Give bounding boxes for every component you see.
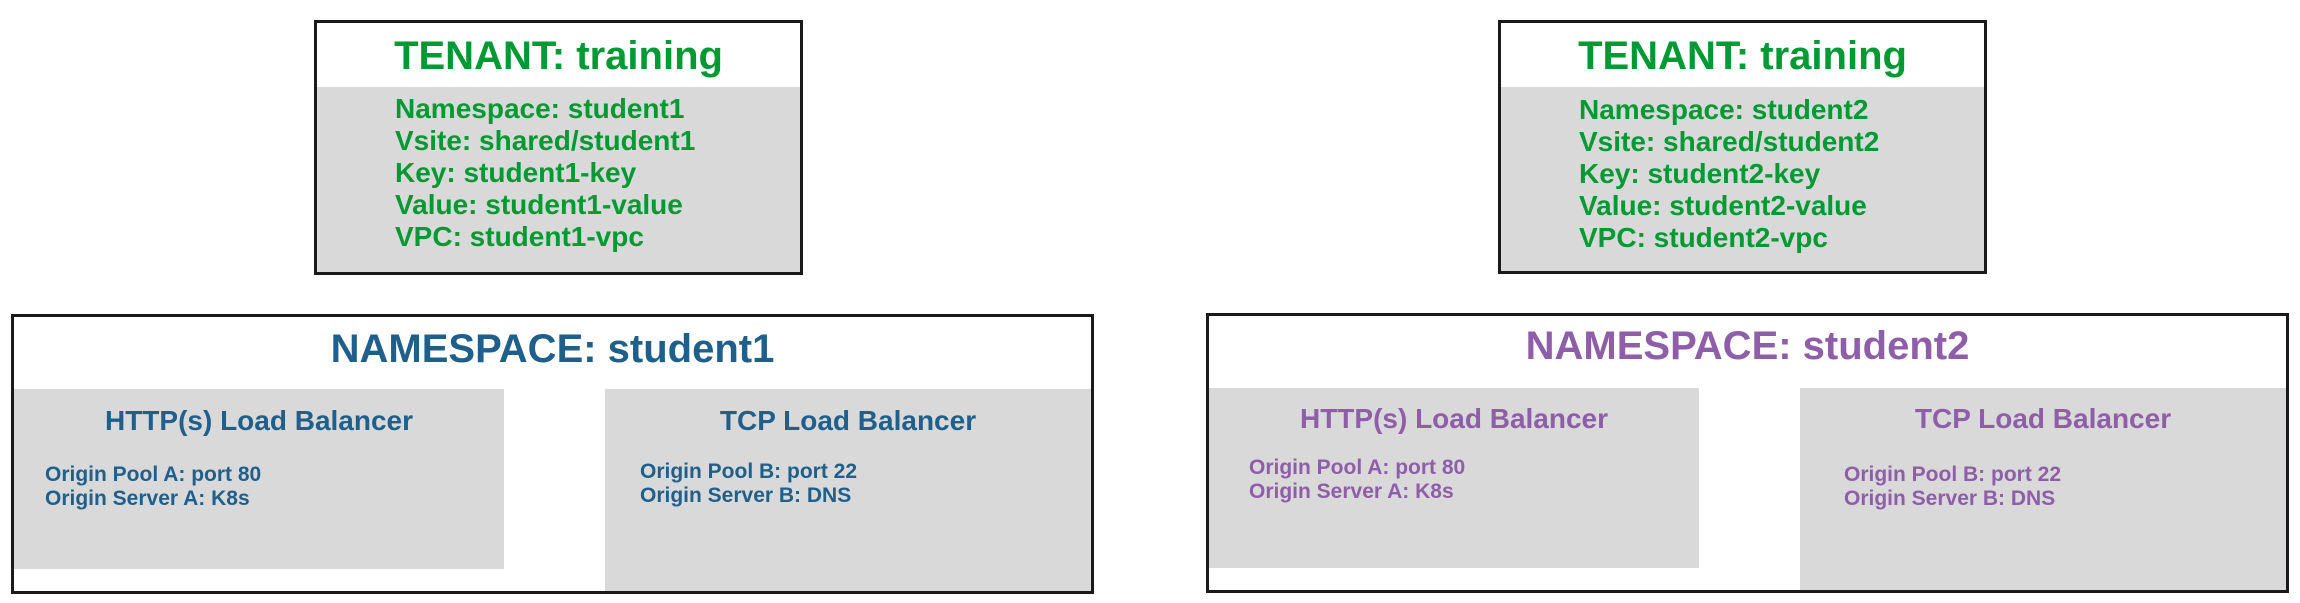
origin-server-b: Origin Server B: DNS: [1844, 487, 2056, 510]
http-load-balancer-title: HTTP(s) Load Balancer: [1299, 403, 1609, 434]
tenant-details-panel: Namespace: student1 Vsite: shared/studen…: [317, 87, 800, 272]
tcp-load-balancer-title: TCP Load Balancer: [719, 405, 977, 436]
tenant-key: Key: student2-key: [1579, 158, 1821, 189]
namespace-box-student2: NAMESPACE: student2 HTTP(s) Load Balance…: [1206, 313, 2289, 593]
http-load-balancer-panel: HTTP(s) Load Balancer Origin Pool A: por…: [1209, 388, 1699, 568]
namespace-title: NAMESPACE: student1: [330, 327, 775, 371]
tenant-namespace: Namespace: student2: [1579, 94, 1869, 125]
tenant-box-student2: TENANT: training Namespace: student2 Vsi…: [1498, 20, 1987, 274]
tenant-vsite: Vsite: shared/student2: [1579, 126, 1880, 157]
http-load-balancer-title: HTTP(s) Load Balancer: [104, 405, 414, 436]
origin-pool-a: Origin Pool A: port 80: [1249, 456, 1466, 479]
tenant-vpc: VPC: student2-vpc: [1579, 222, 1828, 253]
tenant-vpc: VPC: student1-vpc: [395, 221, 644, 252]
origin-pool-b: Origin Pool B: port 22: [1844, 463, 2062, 486]
namespace-box-student1: NAMESPACE: student1 HTTP(s) Load Balance…: [11, 314, 1094, 594]
tenant-box-student1: TENANT: training Namespace: student1 Vsi…: [314, 20, 803, 275]
origin-server-b: Origin Server B: DNS: [640, 484, 852, 507]
origin-server-a: Origin Server A: K8s: [1249, 480, 1454, 503]
origin-server-a: Origin Server A: K8s: [45, 487, 250, 510]
tenant-details-panel: Namespace: student2 Vsite: shared/studen…: [1501, 87, 1984, 271]
tenant-key: Key: student1-key: [395, 157, 637, 188]
tcp-load-balancer-panel: TCP Load Balancer Origin Pool B: port 22…: [1800, 388, 2286, 590]
tenant-value: Value: student2-value: [1579, 190, 1867, 221]
tcp-load-balancer-panel: TCP Load Balancer Origin Pool B: port 22…: [605, 389, 1091, 591]
tenant-title: TENANT: training: [1578, 34, 1907, 78]
namespace-title: NAMESPACE: student2: [1525, 324, 1970, 368]
tenant-namespace: Namespace: student1: [395, 93, 685, 124]
tenant-title: TENANT: training: [394, 34, 723, 78]
http-load-balancer-panel: HTTP(s) Load Balancer Origin Pool A: por…: [14, 389, 504, 569]
tenant-vsite: Vsite: shared/student1: [395, 125, 696, 156]
tcp-load-balancer-title: TCP Load Balancer: [1914, 403, 2172, 434]
origin-pool-a: Origin Pool A: port 80: [45, 463, 262, 486]
origin-pool-b: Origin Pool B: port 22: [640, 460, 858, 483]
tenant-value: Value: student1-value: [395, 189, 683, 220]
